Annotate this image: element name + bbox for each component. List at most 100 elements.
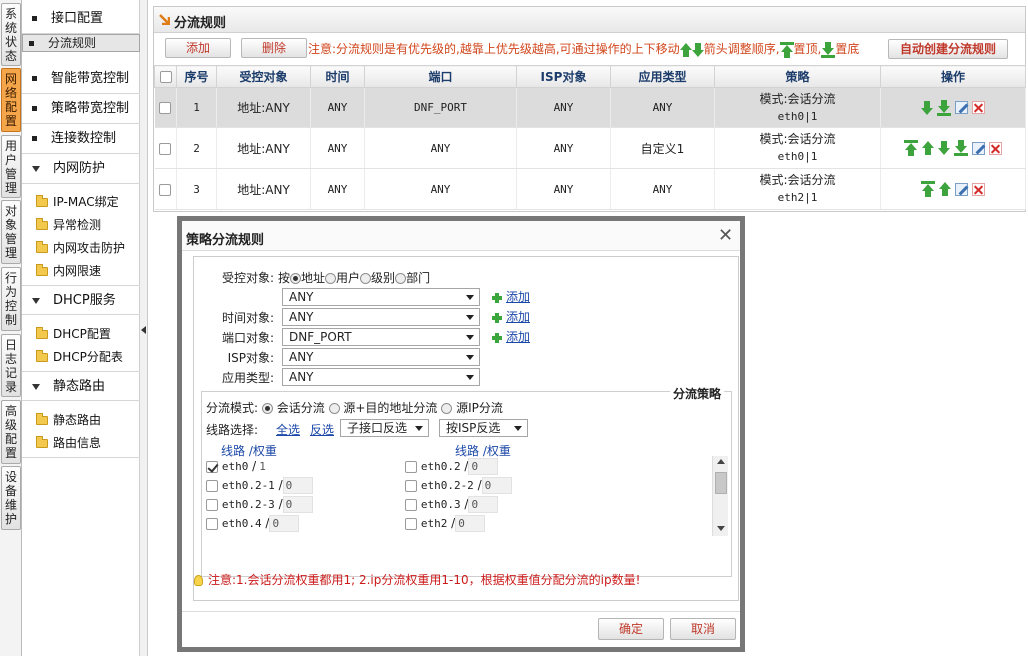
weight-input[interactable]: 0 [468, 496, 499, 513]
sidebar-subitem[interactable]: IP-MAC绑定 [36, 192, 119, 212]
edit-icon[interactable] [972, 141, 985, 155]
plus-icon [492, 312, 502, 323]
scroll-thumb[interactable] [715, 472, 727, 494]
move-bottom-icon[interactable] [954, 140, 968, 156]
weight-input[interactable]: 0 [468, 458, 499, 475]
shunt-policy-legend: 分流策略 [670, 385, 725, 402]
sidebar-subitem[interactable]: 路由信息 [36, 433, 101, 453]
target-select[interactable]: ANY [282, 288, 480, 306]
sub-interface-invert-select[interactable]: 子接口反选 [340, 419, 429, 437]
collapse-arrow-icon[interactable] [141, 326, 146, 334]
row-checkbox[interactable] [159, 102, 172, 114]
line-checkbox[interactable] [206, 460, 218, 473]
sidebar-group-static-route[interactable]: 静态路由 [22, 371, 140, 401]
port-select[interactable]: DNF_PORT [282, 328, 480, 346]
isp-invert-select[interactable]: 按ISP反选 [439, 419, 528, 437]
select-all-header[interactable] [154, 65, 177, 88]
isp-select[interactable]: ANY [282, 348, 480, 366]
add-port-link[interactable]: 添加 [492, 328, 530, 345]
radio-address[interactable] [290, 273, 302, 284]
expand-triangle-icon [32, 165, 40, 172]
close-icon[interactable]: ✕ [718, 225, 733, 246]
sidebar-group-intranet[interactable]: 内网防护 [22, 154, 140, 184]
line-checkbox[interactable] [405, 517, 417, 530]
confirm-button[interactable]: 确定 [598, 618, 664, 640]
radio-level[interactable] [360, 273, 372, 284]
radio-user[interactable] [325, 273, 337, 284]
add-button[interactable]: 添加 [165, 38, 231, 58]
time-select[interactable]: ANY [282, 308, 480, 326]
scroll-up-icon[interactable] [717, 459, 725, 464]
move-down-icon[interactable] [921, 100, 933, 115]
sidebar-item-smart-bandwidth[interactable]: 智能带宽控制 [22, 64, 140, 94]
row-checkbox[interactable] [159, 142, 172, 155]
tab-user-management[interactable]: 用户管理 [1, 135, 21, 198]
add-target-link[interactable]: 添加 [492, 288, 530, 305]
select-all-checkbox[interactable] [159, 71, 172, 83]
corner-arrow-icon [159, 14, 171, 26]
move-bottom-icon[interactable] [937, 99, 951, 116]
move-top-icon[interactable] [904, 140, 918, 156]
tab-object-management[interactable]: 对象管理 [1, 200, 21, 264]
line-checkbox[interactable] [405, 460, 417, 473]
tab-system-status[interactable]: 系统状态 [1, 3, 21, 66]
select-all-link[interactable]: 全选 [276, 421, 300, 438]
tab-network-config[interactable]: 网络配置 [1, 68, 21, 132]
app-type-select[interactable]: ANY [282, 368, 480, 386]
line-checkbox[interactable] [405, 498, 417, 511]
weight-input[interactable]: 0 [269, 515, 300, 532]
tab-advanced-config[interactable]: 高级配置 [1, 400, 21, 464]
delete-icon[interactable] [972, 101, 985, 114]
add-time-link[interactable]: 添加 [492, 308, 530, 325]
sidebar-item-policy-bandwidth[interactable]: 策略带宽控制 [22, 94, 140, 124]
auto-create-rule-button[interactable]: 自动创建分流规则 [888, 39, 1008, 59]
radio-session-shunt[interactable] [261, 403, 273, 414]
edit-icon[interactable] [955, 101, 968, 114]
sidebar-splitter[interactable] [140, 0, 148, 656]
weight-input[interactable]: 0 [481, 477, 512, 494]
line-checkbox[interactable] [206, 479, 218, 492]
sidebar-subitem[interactable]: 静态路由 [36, 410, 101, 430]
sidebar-item-interface-config[interactable]: 接口配置 [22, 4, 140, 34]
weight-input[interactable]: 0 [282, 496, 313, 513]
radio-src-ip-shunt[interactable] [441, 403, 453, 414]
row-line: eth0|1 [777, 150, 818, 163]
move-top-icon[interactable] [921, 181, 935, 197]
sidebar-subitem[interactable]: DHCP配置 [36, 324, 111, 344]
edit-icon[interactable] [955, 182, 968, 196]
radio-src-dst-shunt[interactable] [328, 403, 340, 414]
row-isp: ANY [516, 127, 611, 169]
move-up-icon[interactable] [922, 141, 934, 155]
folder-icon [36, 241, 48, 253]
sidebar-subitem[interactable]: 内网限速 [36, 261, 101, 281]
lines-scrollbar[interactable] [712, 456, 728, 536]
chevron-down-icon [466, 295, 474, 300]
sidebar-item-connection-control[interactable]: 连接数控制 [22, 124, 140, 154]
tab-log-records[interactable]: 日志记录 [1, 334, 21, 397]
move-up-icon[interactable] [939, 182, 951, 196]
tab-device-maintenance[interactable]: 设备维护 [1, 466, 21, 530]
sidebar-group-dhcp[interactable]: DHCP服务 [22, 285, 140, 315]
weight-input[interactable]: 0 [282, 477, 313, 494]
line-checkbox[interactable] [405, 479, 417, 492]
delete-icon[interactable] [972, 182, 985, 196]
row-line: eth2|1 [777, 191, 818, 204]
weight-input[interactable]: 1 [256, 458, 287, 475]
scroll-down-icon[interactable] [717, 526, 725, 531]
move-down-icon[interactable] [938, 141, 950, 155]
delete-button[interactable]: 删除 [241, 38, 307, 58]
line-checkbox[interactable] [206, 498, 218, 511]
port-label: 端口对象: [221, 331, 274, 345]
radio-department[interactable] [395, 273, 407, 284]
tab-behavior-control[interactable]: 行为控制 [1, 267, 21, 331]
sidebar-subitem[interactable]: 内网攻击防护 [36, 238, 125, 258]
invert-link[interactable]: 反选 [310, 421, 334, 438]
row-checkbox[interactable] [159, 183, 172, 196]
sidebar-subitem[interactable]: DHCP分配表 [36, 347, 123, 367]
sidebar-item-shunt-rules[interactable]: 分流规则 [22, 34, 140, 52]
sidebar-subitem[interactable]: 异常检测 [36, 215, 101, 235]
line-checkbox[interactable] [206, 517, 218, 530]
weight-input[interactable]: 0 [455, 515, 486, 532]
cancel-button[interactable]: 取消 [670, 618, 736, 640]
delete-icon[interactable] [989, 141, 1002, 155]
